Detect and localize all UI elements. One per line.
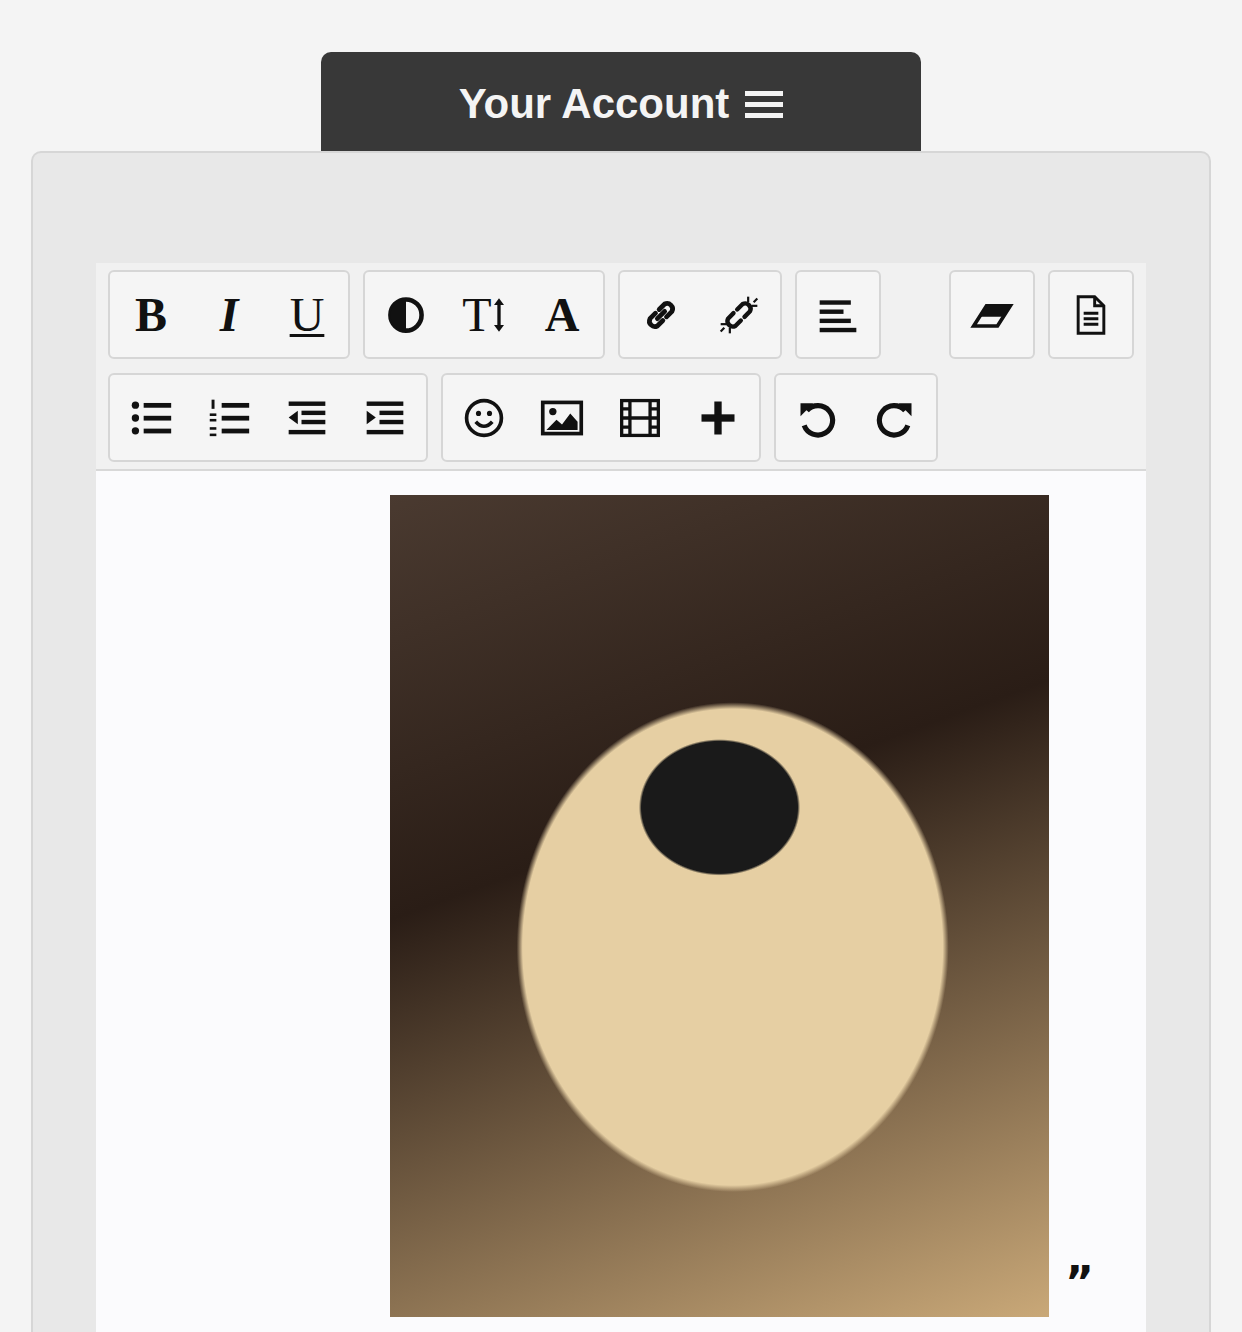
- font-size-label: T: [462, 291, 491, 339]
- account-menu-button[interactable]: Your Account: [321, 52, 921, 151]
- account-title: Your Account: [459, 80, 730, 128]
- format-group: B I U: [108, 270, 350, 359]
- align-group: [795, 270, 881, 359]
- rich-text-editor: B I U T A: [96, 263, 1146, 1332]
- undo-icon: [795, 396, 839, 440]
- arrows-vertical-icon: [492, 295, 506, 335]
- film-icon: [618, 396, 662, 440]
- emoji-button[interactable]: [445, 375, 523, 460]
- bold-label: B: [135, 291, 167, 339]
- insert-image-button[interactable]: [523, 375, 601, 460]
- indent-button[interactable]: [346, 375, 424, 460]
- quote-mark: ”: [1065, 1261, 1094, 1317]
- document-icon: [1069, 293, 1113, 337]
- insert-group: [441, 373, 761, 462]
- color-button[interactable]: [367, 272, 445, 357]
- editor-toolbar: B I U T A: [96, 263, 1146, 471]
- source-button[interactable]: [1052, 272, 1130, 357]
- align-left-icon: [816, 293, 860, 337]
- eraser-icon: [970, 293, 1014, 337]
- insert-more-button[interactable]: [679, 375, 757, 460]
- align-button[interactable]: [799, 272, 877, 357]
- numbered-list-button[interactable]: [190, 375, 268, 460]
- font-name-label: A: [545, 291, 580, 339]
- clear-group: [949, 270, 1035, 359]
- bold-button[interactable]: B: [112, 272, 190, 357]
- hamburger-icon: [745, 88, 783, 120]
- link-group: [618, 270, 782, 359]
- contrast-icon: [384, 293, 428, 337]
- redo-button[interactable]: [856, 375, 934, 460]
- bullet-list-button[interactable]: [112, 375, 190, 460]
- image-icon: [540, 396, 584, 440]
- numbered-list-icon: [207, 396, 251, 440]
- bullet-list-icon: [129, 396, 173, 440]
- smiley-icon: [462, 396, 506, 440]
- outdent-button[interactable]: [268, 375, 346, 460]
- clear-format-button[interactable]: [953, 272, 1031, 357]
- unlink-button[interactable]: [700, 272, 778, 357]
- style-group: T A: [363, 270, 605, 359]
- italic-button[interactable]: I: [190, 272, 268, 357]
- underline-label: U: [290, 291, 325, 339]
- outdent-icon: [285, 396, 329, 440]
- font-name-button[interactable]: A: [523, 272, 601, 357]
- font-size-button[interactable]: T: [445, 272, 523, 357]
- undo-button[interactable]: [778, 375, 856, 460]
- history-group: [774, 373, 938, 462]
- link-icon: [639, 293, 683, 337]
- editor-content[interactable]: ”: [96, 471, 1146, 1317]
- italic-label: I: [220, 291, 239, 339]
- insert-video-button[interactable]: [601, 375, 679, 460]
- plus-icon: [696, 396, 740, 440]
- list-group: [108, 373, 428, 462]
- link-button[interactable]: [622, 272, 700, 357]
- redo-icon: [873, 396, 917, 440]
- underline-button[interactable]: U: [268, 272, 346, 357]
- source-group: [1048, 270, 1134, 359]
- dog-photo[interactable]: [390, 495, 1049, 1317]
- unlink-icon: [717, 293, 761, 337]
- indent-icon: [363, 396, 407, 440]
- account-panel: B I U T A: [31, 151, 1211, 1332]
